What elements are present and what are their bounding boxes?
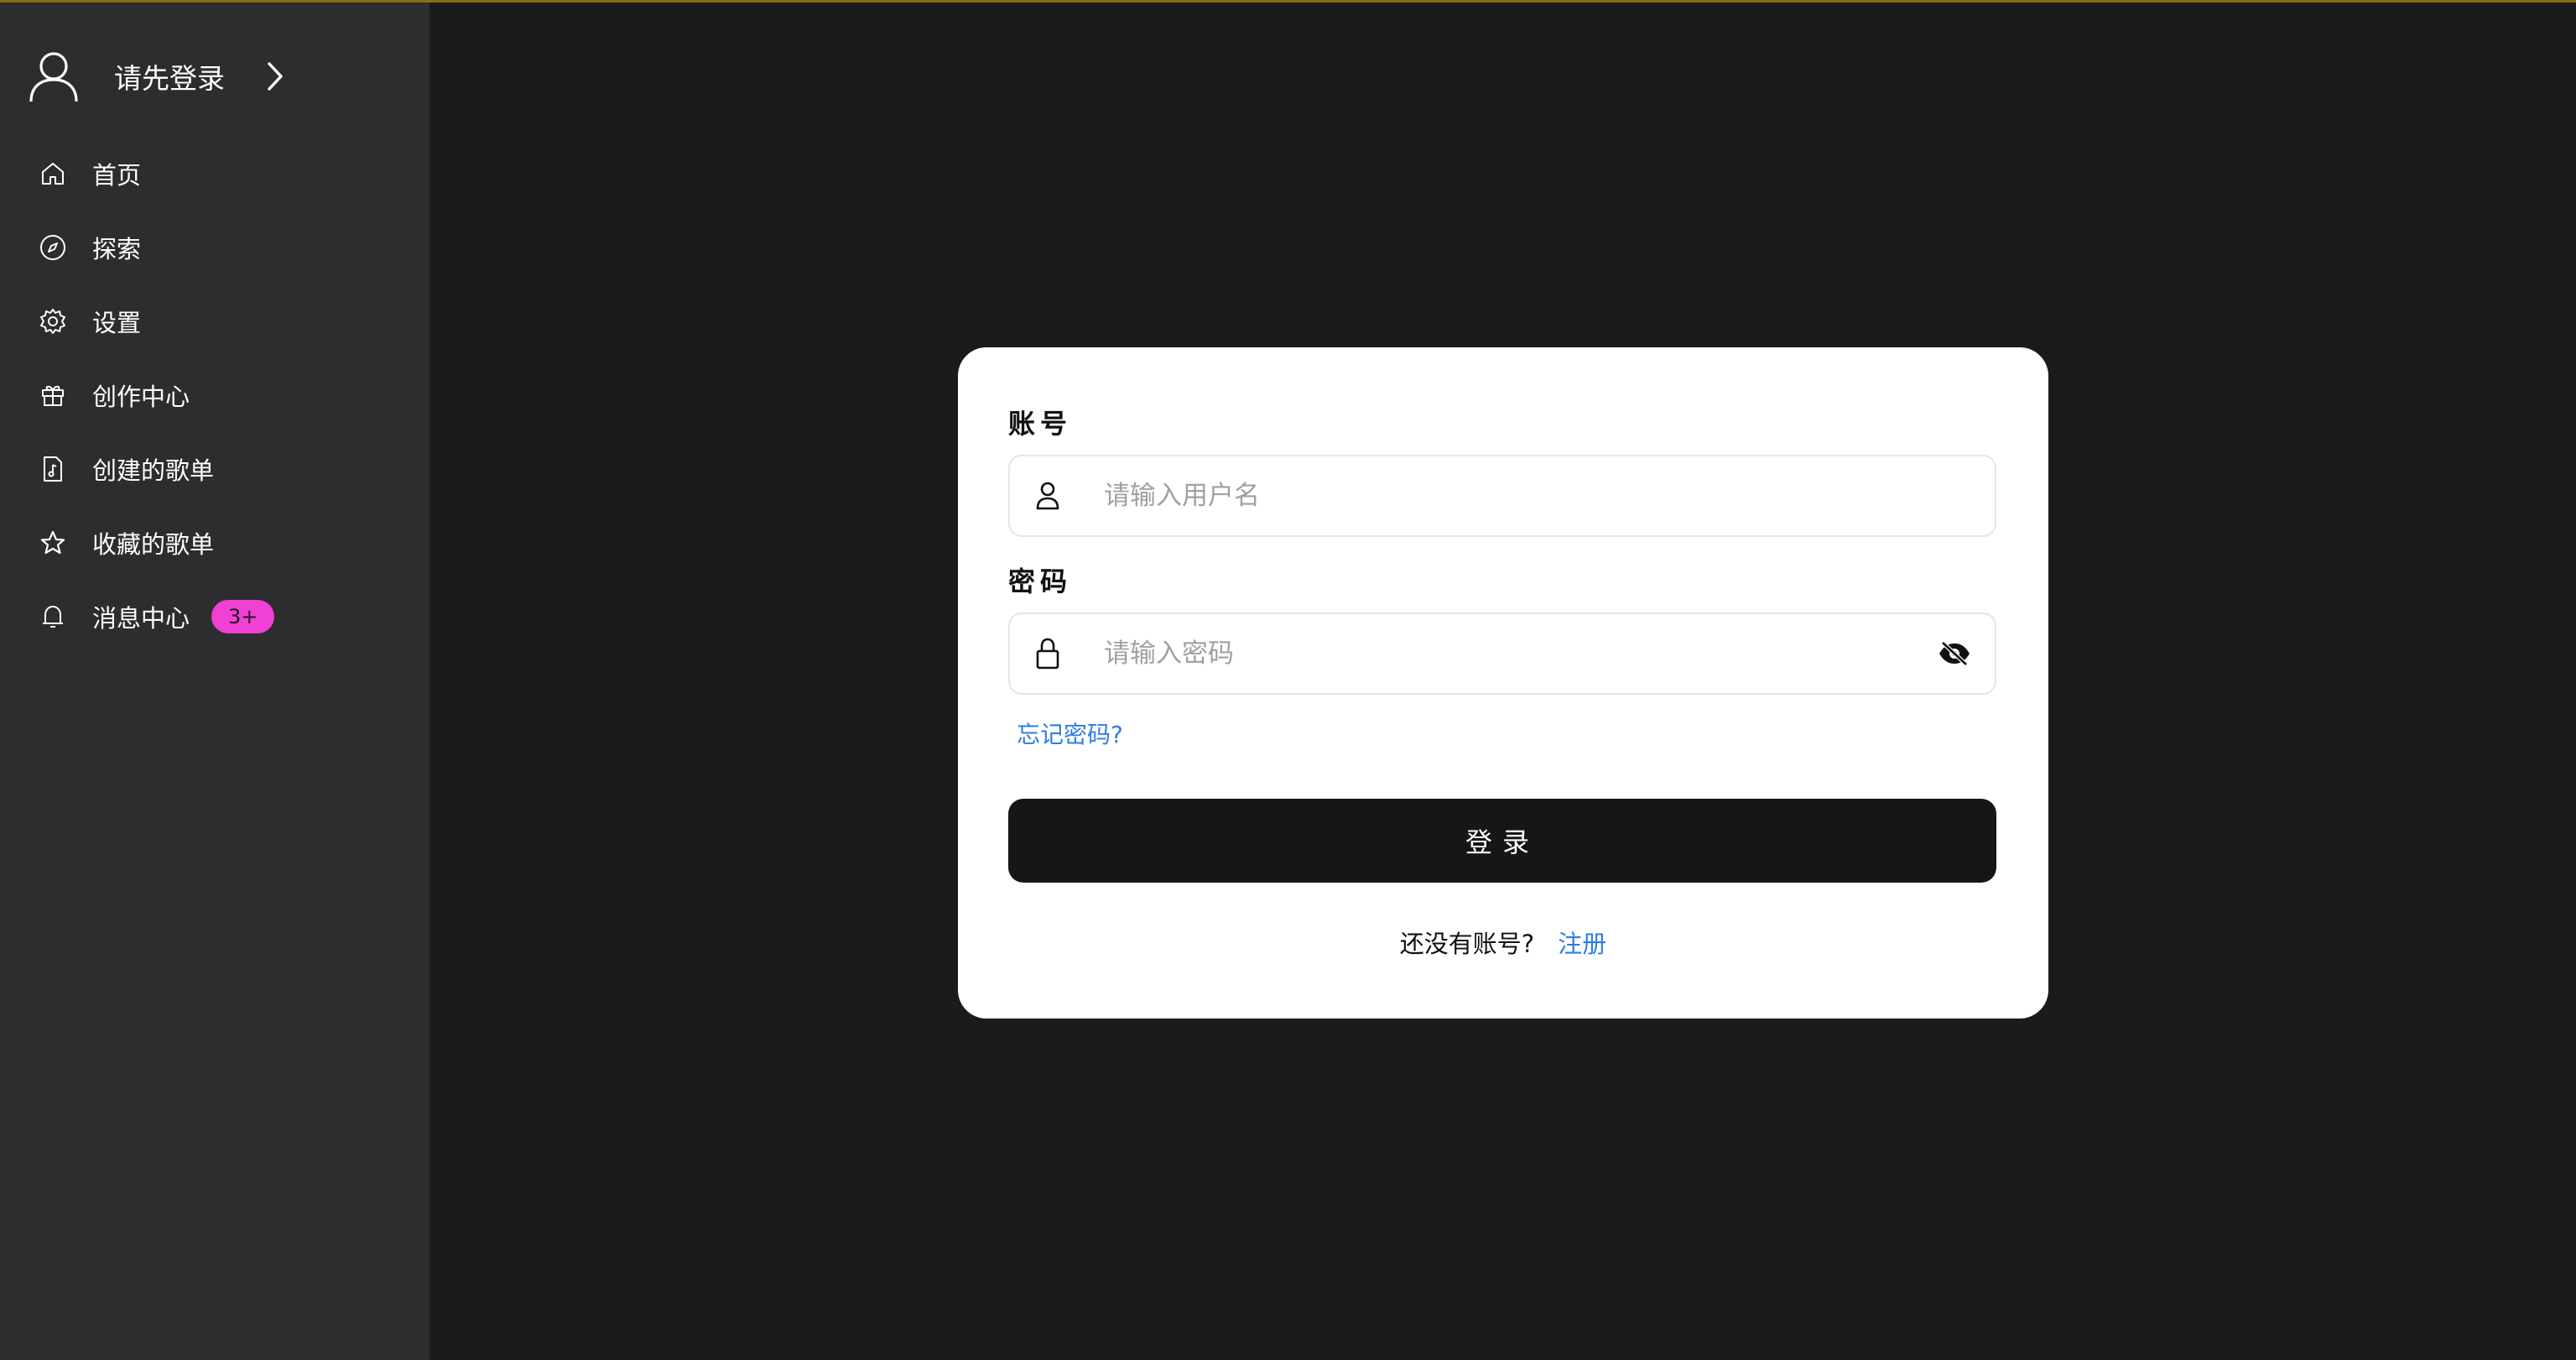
sidebar-item-label: 探索 bbox=[92, 235, 142, 263]
sidebar-item-messages[interactable]: 消息中心 3+ bbox=[0, 580, 429, 654]
eye-off-icon[interactable] bbox=[1914, 613, 1995, 694]
sidebar-item-settings[interactable]: 设置 bbox=[0, 284, 429, 358]
compass-icon bbox=[39, 233, 67, 262]
gift-icon bbox=[39, 381, 67, 409]
sidebar-item-label: 创作中心 bbox=[92, 383, 190, 411]
username-input[interactable] bbox=[1085, 457, 1995, 534]
music-file-icon bbox=[39, 455, 67, 483]
sidebar-item-label: 收藏的歌单 bbox=[92, 530, 215, 559]
sidebar-item-label: 消息中心 bbox=[92, 604, 190, 633]
account-label: 账号 bbox=[1008, 408, 1073, 440]
sidebar-nav: 首页 探索 设置 创作中心 创建的歌单 收藏的歌单 消息中心 3+ bbox=[0, 137, 429, 654]
login-button[interactable]: 登录 bbox=[1008, 799, 1996, 883]
password-input[interactable] bbox=[1085, 615, 1914, 692]
register-row: 还没有账号? 注册 bbox=[958, 925, 2048, 960]
sidebar-item-home[interactable]: 首页 bbox=[0, 137, 429, 211]
no-account-text: 还没有账号? bbox=[1399, 930, 1535, 958]
login-prompt-text[interactable]: 请先登录 bbox=[114, 56, 225, 96]
gear-icon bbox=[39, 307, 67, 336]
lock-icon bbox=[1010, 613, 1085, 694]
login-prompt-row[interactable]: 请先登录 bbox=[25, 44, 292, 108]
sidebar-item-label: 首页 bbox=[92, 161, 142, 190]
chevron-right-icon[interactable] bbox=[258, 60, 292, 93]
password-field[interactable] bbox=[1008, 612, 1996, 695]
sidebar-item-created-playlists[interactable]: 创建的歌单 bbox=[0, 432, 429, 506]
register-link[interactable]: 注册 bbox=[1558, 925, 1606, 960]
forgot-password-link[interactable]: 忘记密码? bbox=[1017, 716, 1123, 750]
sidebar-item-favorite-playlists[interactable]: 收藏的歌单 bbox=[0, 506, 429, 580]
app-window: 请先登录 首页 探索 设置 创作中心 创建的歌单 收藏的歌单 消息中心 3+ 账… bbox=[0, 0, 2576, 1360]
password-label: 密码 bbox=[1008, 565, 1073, 597]
sidebar-item-label: 创建的歌单 bbox=[92, 456, 215, 485]
bell-icon bbox=[39, 602, 67, 631]
login-card: 账号 密码 bbox=[958, 347, 2048, 1019]
sidebar-item-explore[interactable]: 探索 bbox=[0, 211, 429, 284]
username-field[interactable] bbox=[1008, 455, 1996, 537]
sidebar-item-creator-center[interactable]: 创作中心 bbox=[0, 358, 429, 432]
home-icon bbox=[39, 159, 67, 188]
star-icon bbox=[39, 529, 67, 557]
notification-badge: 3+ bbox=[211, 600, 275, 633]
sidebar-item-label: 设置 bbox=[92, 309, 142, 337]
user-avatar-icon[interactable] bbox=[25, 48, 82, 105]
sidebar: 请先登录 首页 探索 设置 创作中心 创建的歌单 收藏的歌单 消息中心 3+ bbox=[0, 3, 429, 1360]
user-icon bbox=[1010, 456, 1085, 536]
